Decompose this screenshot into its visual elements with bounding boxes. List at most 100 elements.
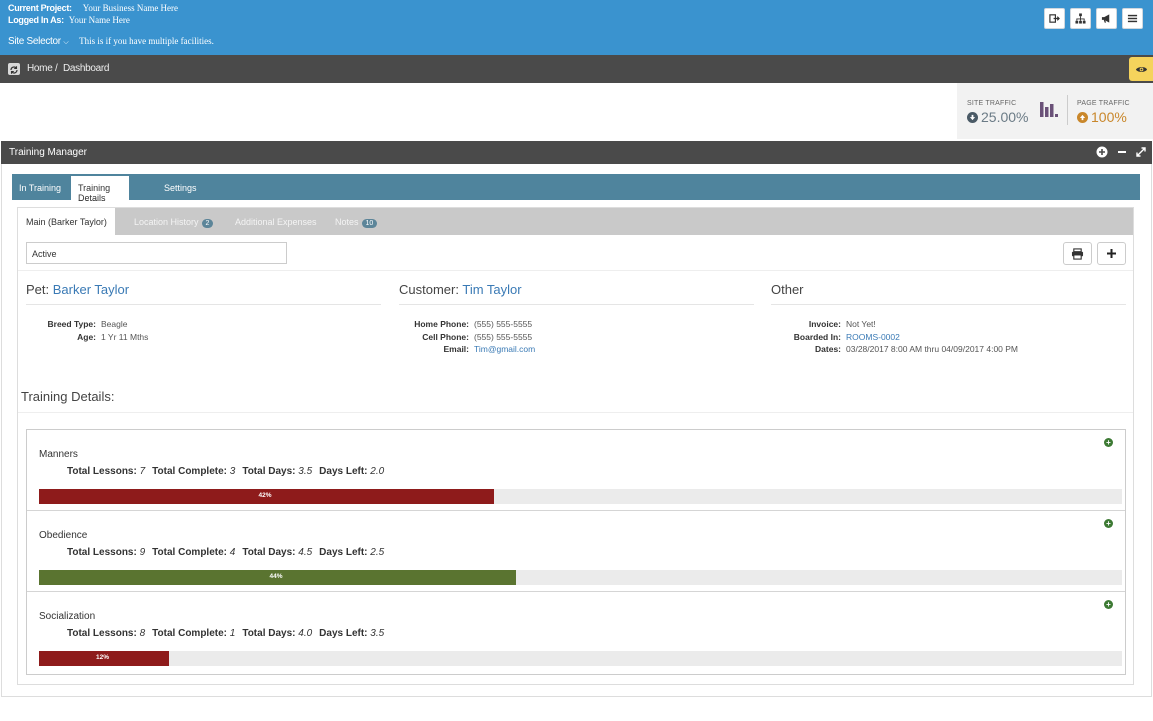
arrow-down-icon bbox=[967, 111, 978, 123]
course-stats: Total Lessons: 8 Total Complete: 1 Total D… bbox=[67, 628, 391, 639]
site-selector[interactable]: Site Selector ⌵ This is if you have mult… bbox=[8, 36, 214, 47]
arrow-up-icon bbox=[1077, 111, 1088, 123]
megaphone-icon bbox=[1101, 14, 1110, 23]
pet-name-link[interactable]: Barker Taylor bbox=[53, 282, 129, 297]
subtab-notes[interactable]: Notes 10 bbox=[327, 208, 385, 235]
site-selector-note: This is if you have multiple facilities. bbox=[79, 36, 214, 46]
stat-value: 9 bbox=[139, 547, 146, 558]
progress-fill: 44% bbox=[39, 570, 516, 585]
course-stats: Total Lessons: 7 Total Complete: 3 Total D… bbox=[67, 466, 391, 477]
add-lesson-icon[interactable]: + bbox=[1104, 519, 1113, 528]
stat-label: Days Left: bbox=[319, 628, 371, 639]
site-traffic-value-row: 25.00% bbox=[967, 109, 1028, 125]
menu-icon bbox=[1127, 14, 1138, 23]
course-row: Obedience Total Lessons: 9 Total Complete:… bbox=[27, 511, 1125, 592]
stat-value: 8 bbox=[139, 628, 146, 639]
header-actions bbox=[1044, 8, 1143, 29]
stat-label: Total Days: bbox=[242, 466, 299, 477]
subtab-location-history[interactable]: Location History 2 bbox=[126, 208, 221, 235]
stat-label: Total Days: bbox=[242, 547, 299, 558]
breadcrumb-bar: Home / Dashboard bbox=[0, 55, 1153, 83]
current-project: Current Project: Your Business Name Here bbox=[8, 3, 178, 13]
refresh-button[interactable] bbox=[8, 63, 20, 75]
progress-fill: 12% bbox=[39, 651, 169, 666]
stat-label: Total Complete: bbox=[152, 547, 230, 558]
tab-settings[interactable]: Settings bbox=[157, 174, 204, 200]
stat-value: 3.5 bbox=[298, 466, 313, 477]
site-selector-label[interactable]: Site Selector bbox=[8, 36, 61, 47]
subtab-additional-expenses[interactable]: Additional Expenses bbox=[227, 208, 325, 235]
visibility-toggle[interactable] bbox=[1129, 57, 1153, 81]
stat-label: Total Lessons: bbox=[67, 547, 140, 558]
add-lesson-icon[interactable]: + bbox=[1104, 600, 1113, 609]
age-label: Age: bbox=[77, 331, 96, 342]
customer-title: Customer: Tim Taylor bbox=[399, 282, 522, 297]
stat-value: 3.5 bbox=[370, 628, 385, 639]
other-rule bbox=[771, 304, 1126, 305]
add-circle-icon[interactable] bbox=[1096, 146, 1108, 158]
logout-icon bbox=[1049, 14, 1060, 23]
stat-value: 4 bbox=[229, 547, 236, 558]
breed-label: Breed Type: bbox=[47, 319, 97, 329]
current-project-value: Your Business Name Here bbox=[82, 3, 179, 13]
chevron-down-icon: ⌵ bbox=[63, 39, 69, 46]
minimize-icon[interactable] bbox=[1117, 147, 1127, 157]
menu-button[interactable] bbox=[1122, 8, 1143, 29]
invoice-label: Invoice: bbox=[808, 319, 841, 329]
subtab-main[interactable]: Main (Barker Taylor) bbox=[18, 208, 115, 235]
email-link[interactable]: Tim@gmail.com bbox=[474, 344, 535, 354]
notes-label: Notes bbox=[335, 217, 359, 227]
course-name: Manners bbox=[39, 449, 78, 460]
home-phone-value: (555) 555-5555 bbox=[474, 319, 533, 329]
pet-details: Breed Type: Beagle Age: 1 Yr 11 Mths bbox=[26, 318, 149, 343]
separator bbox=[18, 270, 1133, 271]
stat-value: 1 bbox=[229, 628, 236, 639]
customer-name-link[interactable]: Tim Taylor bbox=[462, 282, 521, 297]
bar-chart-icon bbox=[1039, 99, 1059, 124]
notes-count: 10 bbox=[361, 219, 378, 228]
progress-track: 42% bbox=[39, 489, 1122, 504]
progress-label: 44% bbox=[269, 573, 283, 580]
stat-label: Total Complete: bbox=[152, 466, 230, 477]
print-icon bbox=[1071, 247, 1084, 260]
site-traffic: SITE TRAFFIC 25.00% bbox=[967, 100, 1028, 125]
site-traffic-label: SITE TRAFFIC bbox=[967, 100, 1017, 107]
main-tabs: In Training Training Details Settings bbox=[12, 174, 1140, 203]
customer-rule bbox=[399, 304, 754, 305]
logout-button[interactable] bbox=[1044, 8, 1065, 29]
stat-label: Total Complete: bbox=[152, 628, 230, 639]
expand-icon[interactable] bbox=[1136, 147, 1146, 157]
print-button[interactable] bbox=[1063, 242, 1092, 265]
breadcrumb-home[interactable]: Home bbox=[27, 63, 53, 74]
plus-icon bbox=[1107, 249, 1116, 258]
announcements-button[interactable] bbox=[1096, 8, 1117, 29]
cell-phone-value: (555) 555-5555 bbox=[474, 331, 533, 342]
panel-title: Training Manager bbox=[9, 147, 88, 158]
add-button[interactable] bbox=[1097, 242, 1126, 265]
email-label: Email: bbox=[443, 344, 469, 354]
dates-label: Dates: bbox=[815, 344, 841, 354]
tab-training-details-active[interactable]: Training Details bbox=[71, 174, 129, 203]
status-field[interactable]: Active bbox=[26, 242, 287, 264]
boarded-label: Boarded In: bbox=[793, 331, 841, 342]
pet-rule bbox=[26, 304, 381, 305]
boarded-link[interactable]: ROOMS-0002 bbox=[846, 332, 900, 342]
stat-value: 4.5 bbox=[298, 547, 313, 558]
home-phone-label: Home Phone: bbox=[414, 319, 469, 329]
logged-in-value: Your Name Here bbox=[68, 15, 130, 25]
stat-value: 2.0 bbox=[370, 466, 385, 477]
customer-details: Home Phone: (555) 555-5555 Cell Phone: (55… bbox=[399, 318, 535, 356]
add-lesson-icon[interactable]: + bbox=[1104, 438, 1113, 447]
logged-in-as: Logged In As: Your Name Here bbox=[8, 15, 130, 25]
dates-value: 03/28/2017 8:00 AM thru 04/09/2017 4:00 … bbox=[846, 344, 1019, 354]
training-details-rule bbox=[18, 412, 1133, 413]
pet-section-label: Pet: bbox=[26, 282, 50, 297]
breadcrumb: Home / Dashboard bbox=[27, 63, 109, 74]
tab-in-training[interactable]: In Training bbox=[12, 174, 68, 200]
course-row: Manners Total Lessons: 7 Total Complete: 3… bbox=[27, 430, 1125, 511]
page-traffic-value: 100% bbox=[1091, 109, 1127, 125]
training-manager-header: Training Manager bbox=[1, 141, 1152, 164]
sitemap-button[interactable] bbox=[1070, 8, 1091, 29]
stat-label: Total Lessons: bbox=[67, 628, 140, 639]
customer-section-label: Customer: bbox=[399, 282, 459, 297]
